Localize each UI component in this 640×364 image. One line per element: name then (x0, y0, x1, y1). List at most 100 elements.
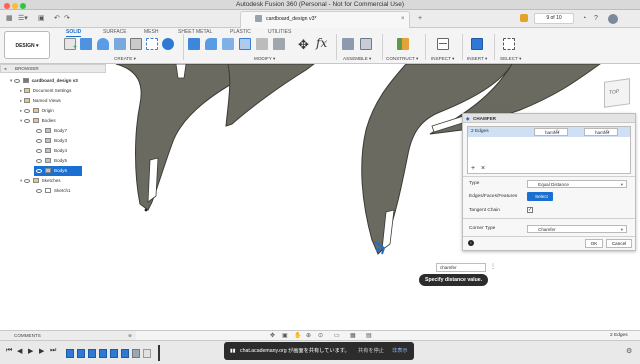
insert-canvas-icon[interactable] (471, 38, 483, 50)
look-at-icon[interactable]: ▣ (282, 332, 288, 339)
tab-plastic[interactable]: PLASTIC (230, 29, 251, 35)
new-component-icon[interactable]: + (64, 38, 77, 51)
close-tab-icon[interactable]: × (401, 12, 405, 27)
info-icon[interactable]: i (468, 240, 474, 246)
timeline-feature[interactable] (66, 349, 74, 358)
group-insert[interactable]: INSERT ▾ (467, 56, 487, 62)
ok-button[interactable]: OK (585, 239, 603, 248)
hole-icon[interactable] (146, 38, 158, 50)
as-built-joint-icon[interactable] (360, 38, 372, 50)
group-modify[interactable]: MODIFY ▾ (254, 56, 275, 62)
cancel-button[interactable]: Cancel (606, 239, 632, 248)
chamfer-header[interactable]: ◆ CHAMFER (463, 114, 635, 123)
type-select[interactable]: Equal Distance ▾ (527, 180, 627, 188)
timeline-feature[interactable] (121, 349, 129, 358)
tree-node-document-settings[interactable]: ▸ Document Settings (0, 86, 106, 96)
tree-node-body7[interactable]: Body7 (0, 126, 106, 136)
edge-row[interactable]: 2 Edges hamfer fx hamfer fx (468, 127, 630, 137)
data-panel-icon[interactable]: ▦ (6, 10, 13, 28)
display-settings-icon[interactable]: ▭ (334, 332, 340, 339)
parameters-icon[interactable]: fx (316, 36, 327, 50)
combine-icon[interactable] (256, 38, 268, 50)
new-joint-icon[interactable] (342, 38, 354, 50)
select-button[interactable]: Select (527, 192, 553, 201)
form-icon[interactable] (162, 38, 174, 50)
tab-surface[interactable]: SURFACE (103, 29, 127, 35)
tangent-chain-checkbox[interactable]: ✓ (527, 207, 533, 213)
close-window-button[interactable] (4, 2, 10, 9)
browser-header[interactable]: ◂ BROWSER (0, 64, 106, 73)
help-icon[interactable]: ? (594, 10, 598, 28)
timeline-feature[interactable] (132, 349, 140, 358)
undo-icon[interactable]: ↶ (54, 10, 60, 28)
pan-icon[interactable]: ✋ (294, 332, 301, 339)
comments-toggle-icon[interactable]: ⊕ (128, 331, 132, 340)
group-construct[interactable]: CONSTRUCT ▾ (386, 56, 418, 62)
distance-value-input[interactable]: chamfer (436, 263, 486, 272)
distance-input-2[interactable]: hamfer (584, 128, 618, 136)
timeline-first-icon[interactable]: ⏮ (6, 347, 12, 355)
grid-settings-icon[interactable]: ▦ (350, 332, 356, 339)
stop-sharing-button[interactable]: 共有を停止 (358, 342, 384, 360)
tab-utilities[interactable]: UTILITIES (268, 29, 291, 35)
new-tab-icon[interactable]: + (418, 10, 422, 28)
distance-input-1[interactable]: hamfer (534, 128, 568, 136)
view-cube[interactable]: TOP (604, 78, 630, 108)
orbit-icon[interactable]: ✥ (270, 332, 275, 339)
timeline-settings-icon[interactable]: ⚙ (626, 347, 632, 355)
timeline-play-icon[interactable]: ▶ (28, 347, 33, 355)
tree-node-origin[interactable]: ▸ Origin (0, 106, 106, 116)
fx-icon-1[interactable]: fx (556, 129, 560, 134)
timeline-prev-icon[interactable]: ◀ (17, 347, 22, 355)
tree-node-sketches[interactable]: ▾ Sketches (0, 176, 106, 186)
tab-mesh[interactable]: MESH (144, 29, 158, 35)
fx-icon-2[interactable]: fx (606, 129, 610, 134)
minimize-window-button[interactable] (12, 2, 18, 9)
offset-plane-icon[interactable] (397, 38, 409, 50)
group-select[interactable]: SELECT ▾ (500, 56, 521, 62)
select-icon[interactable] (503, 38, 515, 50)
hide-banner-button[interactable]: 非表示 (392, 342, 408, 360)
tree-node-body6[interactable]: Body6 (34, 166, 82, 176)
viewports-icon[interactable]: ▤ (366, 332, 372, 339)
move-copy-icon[interactable]: ✥ (298, 37, 309, 53)
timeline-last-icon[interactable]: ⏭ (50, 347, 56, 355)
press-pull-icon[interactable] (188, 38, 200, 50)
scale-icon[interactable] (273, 38, 285, 50)
menu-icon[interactable]: ☰▾ (18, 10, 28, 28)
timeline-feature[interactable] (88, 349, 96, 358)
measure-icon[interactable] (437, 38, 449, 50)
group-assemble[interactable]: ASSEMBLE ▾ (343, 56, 371, 62)
tree-node-bodies[interactable]: ▾ Bodies (0, 116, 106, 126)
timeline-marker[interactable] (158, 345, 160, 361)
sweep-icon[interactable] (114, 38, 126, 50)
extrude-icon[interactable] (80, 38, 92, 50)
job-status-icon[interactable] (520, 14, 528, 22)
revolve-icon[interactable] (97, 38, 109, 50)
fillet-icon[interactable] (205, 38, 217, 50)
timeline-feature[interactable] (77, 349, 85, 358)
version-counter[interactable]: 9 of 10 (534, 13, 574, 24)
group-inspect[interactable]: INSPECT ▾ (431, 56, 454, 62)
tree-node-named-views[interactable]: ▸ Named Views (0, 96, 106, 106)
timeline-feature[interactable] (143, 349, 151, 358)
zoom-icon[interactable]: ⊕ (306, 332, 311, 339)
redo-icon[interactable]: ↷ (64, 10, 70, 28)
corner-type-select[interactable]: Chamfer ▾ (527, 225, 627, 233)
chamfer-icon[interactable] (222, 38, 234, 50)
document-tab[interactable]: cardboard_design v3* × (240, 11, 410, 28)
box-icon[interactable] (130, 38, 142, 50)
tree-node-root[interactable]: ▾ cardboard_design v3 (0, 76, 106, 86)
collapse-icon[interactable]: ◂ (4, 65, 6, 73)
workspace-switcher[interactable]: DESIGN ▾ (4, 31, 50, 59)
notifications-icon[interactable]: ◔ (582, 10, 586, 28)
timeline-next-icon[interactable]: ▶ (39, 347, 44, 355)
comments-panel[interactable]: COMMENTS ⊕ (0, 330, 136, 340)
shell-icon[interactable] (239, 38, 251, 50)
tree-node-body5[interactable]: Body5 (0, 156, 106, 166)
avatar[interactable] (608, 14, 618, 24)
timeline-feature[interactable] (110, 349, 118, 358)
tree-node-body3[interactable]: Body3 (0, 136, 106, 146)
timeline-feature[interactable] (99, 349, 107, 358)
tab-solid[interactable]: SOLID (66, 29, 82, 37)
